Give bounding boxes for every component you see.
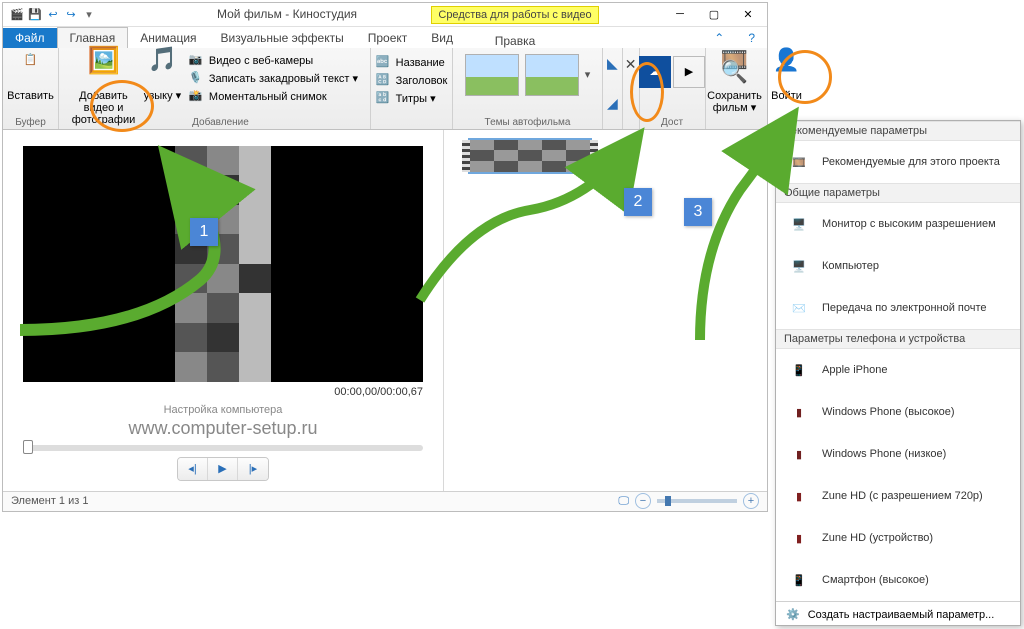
annotation-number-3: 3 (684, 198, 712, 226)
annotation-arrow-1 (0, 0, 1024, 629)
annotation-number-2: 2 (624, 188, 652, 216)
annotation-number-1: 1 (190, 218, 218, 246)
